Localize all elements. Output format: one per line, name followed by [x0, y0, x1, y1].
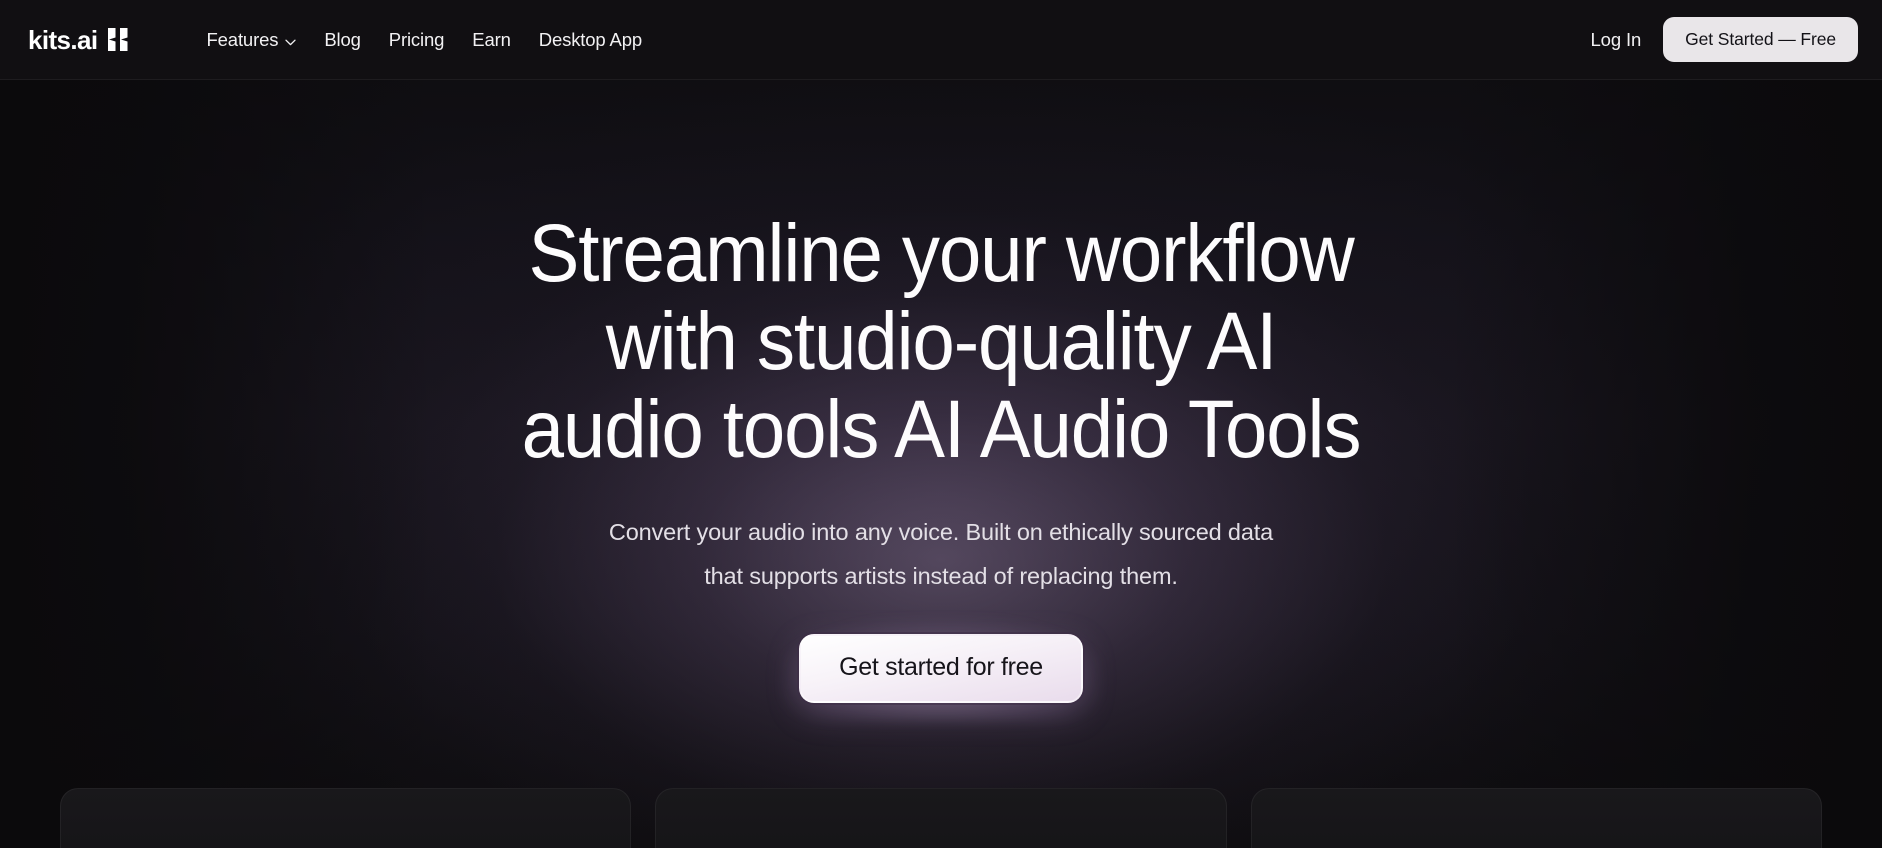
feature-card-2[interactable]: [655, 788, 1227, 848]
hero-subheadline-line-2: that supports artists instead of replaci…: [704, 563, 1178, 589]
nav-item-blog-label: Blog: [324, 28, 361, 50]
hero-section: Streamline your workflow with studio-qua…: [0, 80, 1882, 848]
nav-item-features-label: Features: [206, 28, 279, 50]
nav-item-desktop-app-label: Desktop App: [538, 28, 643, 50]
top-navigation-bar: kits.ai Features Blog Pricing Earn Deskt…: [0, 0, 1882, 80]
nav-links: Features Blog Pricing Earn Desktop App: [193, 21, 657, 59]
feature-card-1[interactable]: [60, 788, 632, 848]
hero-headline-line-1: Streamline your workflow: [528, 208, 1354, 299]
hero-subheadline-line-1: Convert your audio into any voice. Built…: [608, 519, 1274, 545]
hero-headline-line-2: with studio-quality AI: [605, 296, 1278, 387]
nav-item-features[interactable]: Features: [193, 21, 311, 59]
nav-item-earn-label: Earn: [472, 28, 511, 50]
login-link[interactable]: Log In: [1591, 29, 1642, 51]
feature-card-3[interactable]: [1250, 788, 1822, 848]
nav-left-group: kits.ai Features Blog Pricing Earn Deskt…: [0, 21, 656, 59]
nav-item-blog[interactable]: Blog: [310, 21, 374, 59]
get-started-free-button[interactable]: Get Started — Free: [1663, 17, 1858, 62]
brand-logo-text: kits.ai: [28, 24, 98, 55]
feature-cards-row: [0, 788, 1882, 848]
brand-logo[interactable]: kits.ai: [28, 27, 133, 53]
kits-k-logo-icon: [107, 27, 133, 52]
nav-right-group: Log In Get Started — Free: [1591, 17, 1882, 62]
nav-item-pricing[interactable]: Pricing: [375, 21, 459, 59]
get-started-for-free-button[interactable]: Get started for free: [799, 634, 1083, 703]
hero-headline: Streamline your workflow with studio-qua…: [402, 210, 1481, 474]
nav-item-pricing-label: Pricing: [388, 28, 445, 50]
chevron-down-icon: [285, 29, 296, 51]
hero-headline-line-3: audio tools AI Audio Tools: [521, 384, 1362, 475]
nav-item-earn[interactable]: Earn: [458, 21, 524, 59]
hero-cta-wrapper: Get started for free: [783, 620, 1099, 721]
landing-page: kits.ai Features Blog Pricing Earn Deskt…: [0, 0, 1882, 848]
hero-subheadline: Convert your audio into any voice. Built…: [541, 510, 1341, 598]
nav-item-desktop-app[interactable]: Desktop App: [525, 21, 656, 59]
